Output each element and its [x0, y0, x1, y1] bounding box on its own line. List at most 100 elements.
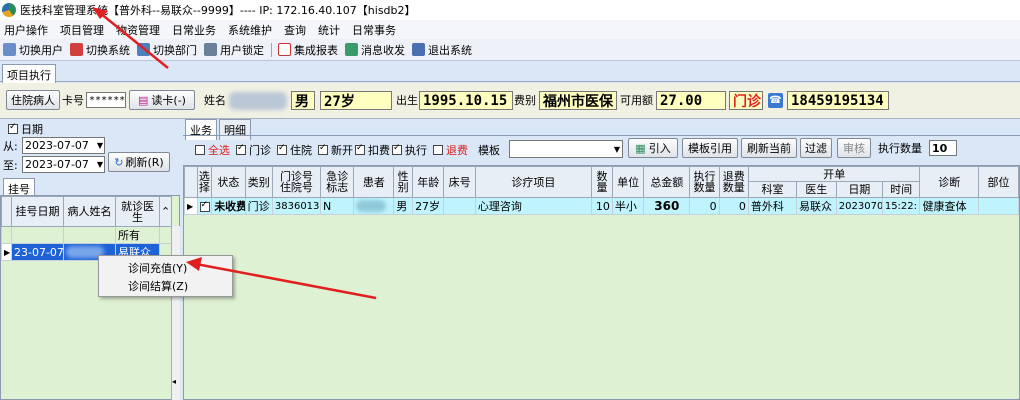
inpatient-button[interactable]: 住院病人: [6, 90, 60, 110]
header-time[interactable]: 时间: [881, 181, 921, 198]
header-gender[interactable]: 性别: [393, 166, 414, 198]
user-switch-icon: [3, 43, 16, 56]
left-scrollbar[interactable]: [171, 226, 180, 400]
order-table: 选择 状态 类别 门诊号 住院号 急诊 标志 患者 性别 年龄 床号 诊疗项目 …: [184, 166, 1019, 215]
row-indicator-header: [1, 196, 12, 227]
header-refund-qty[interactable]: 退费 数量: [718, 166, 749, 198]
scroll-left-icon[interactable]: ◂: [172, 377, 176, 386]
executed-checkbox[interactable]: 执行: [392, 142, 427, 158]
menu-material-mgmt[interactable]: 物资管理: [116, 22, 160, 38]
diagnosis-cell: 健康查体: [919, 197, 980, 215]
header-doctor[interactable]: 医生: [796, 181, 837, 198]
charged-checkbox[interactable]: 扣费: [355, 142, 390, 158]
header-amount[interactable]: 总金额: [643, 166, 691, 198]
menu-query[interactable]: 查询: [284, 22, 306, 38]
menu-daily-affairs[interactable]: 日常事务: [352, 22, 396, 38]
filter-date-cell[interactable]: [11, 226, 64, 244]
user-lock-button[interactable]: 用户锁定: [204, 42, 264, 58]
header-patient-name[interactable]: 病人姓名: [63, 196, 116, 227]
header-qty[interactable]: 数量: [590, 166, 613, 198]
tab-project-execute[interactable]: 项目执行: [2, 64, 56, 85]
integrated-report-button[interactable]: 集成报表: [278, 42, 338, 58]
card-number-field[interactable]: ******: [86, 92, 126, 108]
message-button[interactable]: 消息收发: [345, 42, 405, 58]
header-date[interactable]: 日期: [835, 181, 883, 198]
header-item[interactable]: 诊疗项目: [474, 166, 592, 198]
exit-system-button[interactable]: 退出系统: [412, 42, 472, 58]
header-urgent[interactable]: 急诊 标志: [319, 166, 355, 198]
available-label: 可用额: [620, 94, 653, 107]
tab-business[interactable]: 业务: [185, 119, 217, 140]
table-row[interactable]: ▶ 未收费 门诊 3836013 N 男 27岁 心理咨询 10 半小 360 …: [184, 197, 1019, 215]
refund-checkbox[interactable]: 退费: [433, 142, 468, 158]
menu-statistics[interactable]: 统计: [318, 22, 340, 38]
import-button[interactable]: ▦ 引入: [628, 138, 678, 158]
birth-label: 出生: [396, 94, 418, 107]
header-select[interactable]: 选择: [196, 166, 213, 198]
to-date-picker[interactable]: 2023-07-07 ▼: [22, 156, 105, 173]
header-exec-qty[interactable]: 执行 数量: [689, 166, 720, 198]
refresh-button[interactable]: ↻ 刷新(R): [108, 152, 170, 172]
gender-field: 男: [291, 91, 315, 110]
header-visit-no[interactable]: 门诊号 住院号: [271, 166, 322, 198]
menu-item-settle[interactable]: 诊间结算(Z): [128, 278, 188, 294]
read-card-button[interactable]: ▤ 读卡(-): [129, 90, 195, 110]
header-diagnosis[interactable]: 诊断: [919, 166, 980, 198]
menu-user-ops[interactable]: 用户操作: [4, 22, 48, 38]
available-amount-field: 27.00: [656, 91, 726, 110]
exec-qty-input[interactable]: 10: [929, 140, 957, 156]
switch-system-button[interactable]: 切换系统: [70, 42, 130, 58]
message-icon: [345, 43, 358, 56]
checkbox-icon: [8, 122, 18, 134]
header-patient[interactable]: 患者: [353, 166, 395, 198]
header-status[interactable]: 状态: [211, 166, 246, 198]
fee-type-label: 费别: [514, 94, 536, 107]
header-order[interactable]: 开单: [747, 166, 921, 182]
audit-button[interactable]: 审核: [837, 138, 871, 158]
header-unit[interactable]: 单位: [611, 166, 645, 198]
refresh-current-button[interactable]: 刷新当前: [741, 138, 797, 158]
age-cell: 27岁: [412, 197, 445, 215]
tab-detail[interactable]: 明细: [219, 119, 251, 140]
to-label: 至:: [3, 159, 18, 172]
chevron-down-icon: ▼: [96, 141, 103, 150]
menu-system-maint[interactable]: 系统维护: [228, 22, 272, 38]
new-order-checkbox[interactable]: 新开: [318, 142, 353, 158]
menu-project-mgmt[interactable]: 项目管理: [60, 22, 104, 38]
template-ref-button[interactable]: 模板引用: [682, 138, 738, 158]
menu-daily-business[interactable]: 日常业务: [172, 22, 216, 38]
menu-item-recharge[interactable]: 诊间充值(Y): [128, 260, 187, 276]
exit-icon: [412, 43, 425, 56]
inpatient-checkbox[interactable]: 住院: [277, 142, 312, 158]
visit-no-cell: 3836013: [271, 197, 322, 215]
menu-bar: 用户操作 项目管理 物资管理 日常业务 系统维护 查询 统计 日常事务: [0, 20, 1020, 39]
header-site[interactable]: 部位: [978, 166, 1019, 198]
header-reg-date[interactable]: 挂号日期: [11, 196, 64, 227]
time-cell: 15:22:: [881, 197, 921, 215]
template-select[interactable]: ▼: [509, 140, 623, 158]
main-tab-row: 项目执行: [0, 62, 1020, 85]
filter-button[interactable]: 过滤: [800, 138, 832, 158]
date-filter-checkbox[interactable]: 日期: [8, 121, 43, 137]
header-bed[interactable]: 床号: [443, 166, 476, 198]
switch-user-button[interactable]: 切换用户: [3, 42, 63, 58]
filter-name-cell[interactable]: [63, 226, 116, 244]
refund-qty-cell: 0: [718, 197, 749, 215]
site-cell: [978, 197, 1019, 215]
from-date-picker[interactable]: 2023-07-07 ▼: [22, 137, 105, 154]
lock-icon: [204, 43, 217, 56]
header-age[interactable]: 年龄: [412, 166, 445, 198]
sort-up-icon[interactable]: ⌃: [159, 196, 172, 227]
header-doctor[interactable]: 就诊医生: [115, 196, 160, 227]
outpatient-checkbox[interactable]: 门诊: [236, 142, 271, 158]
filter-doctor-cell[interactable]: 所有: [115, 226, 160, 244]
chevron-down-icon: ▼: [96, 160, 103, 169]
select-all-checkbox[interactable]: 全选: [195, 142, 230, 158]
toolbar-divider: [271, 42, 272, 57]
header-dept[interactable]: 科室: [747, 181, 798, 198]
header-category[interactable]: 类别: [244, 166, 273, 198]
switch-dept-button[interactable]: 切换部门: [137, 42, 197, 58]
row-select-checkbox[interactable]: [196, 197, 213, 215]
reg-date-cell[interactable]: 23-07-07: [11, 243, 64, 261]
urgent-cell: N: [319, 197, 355, 215]
